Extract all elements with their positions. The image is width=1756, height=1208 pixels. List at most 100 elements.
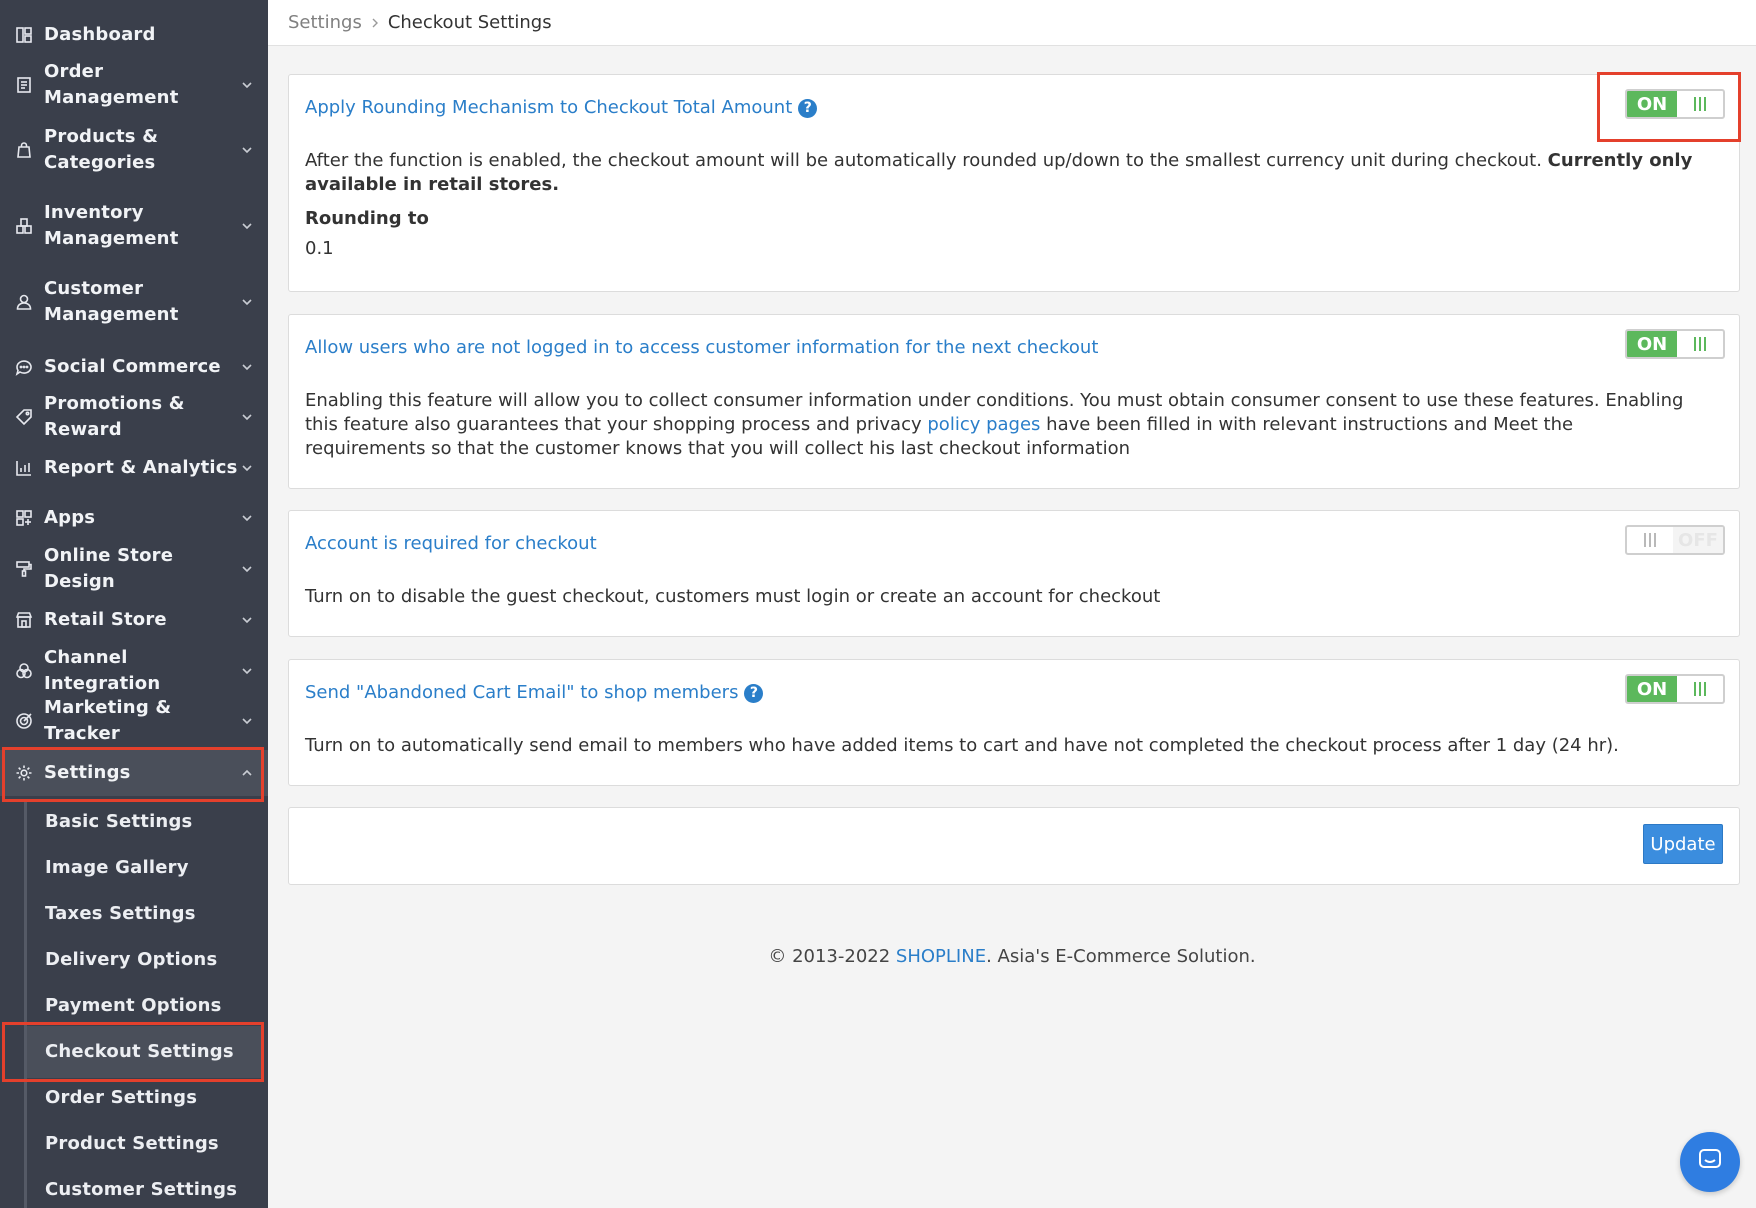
- card-description: After the function is enabled, the check…: [305, 149, 1699, 197]
- sidebar-item-settings[interactable]: Settings: [0, 750, 268, 796]
- sidebar-item-inventory-management[interactable]: Inventory Management: [0, 198, 268, 254]
- target-icon: [14, 711, 34, 731]
- chevron-down-icon: [240, 78, 254, 92]
- sidebar-item-dashboard[interactable]: Dashboard: [0, 18, 268, 52]
- chevron-down-icon: [240, 295, 254, 309]
- sidebar-item-label: Channel Integration: [44, 647, 161, 694]
- submenu-basic-settings[interactable]: Basic Settings: [45, 809, 192, 835]
- rounding-toggle[interactable]: ON: [1625, 89, 1725, 119]
- card-description: Turn on to disable the guest checkout, c…: [305, 586, 1161, 607]
- submenu-payment-options[interactable]: Payment Options: [45, 993, 222, 1019]
- footer: © 2013-2022 SHOPLINE. Asia's E-Commerce …: [268, 944, 1756, 970]
- sidebar-item-channel-integration[interactable]: Channel Integration: [0, 647, 268, 694]
- inventory-icon: [14, 216, 34, 236]
- sidebar-item-label: Report & Analytics: [44, 457, 238, 478]
- sidebar-item-label: Social Commerce: [44, 356, 221, 377]
- dashboard-icon: [14, 25, 34, 45]
- submenu-customer-settings[interactable]: Customer Settings: [45, 1177, 237, 1203]
- store-icon: [14, 610, 34, 630]
- chat-icon: [1695, 1145, 1725, 1179]
- sidebar-item-promotions-reward[interactable]: Promotions & Reward: [0, 393, 268, 440]
- update-button[interactable]: Update: [1643, 824, 1723, 864]
- submenu-order-settings[interactable]: Order Settings: [45, 1085, 197, 1111]
- shopline-link[interactable]: SHOPLINE: [896, 946, 986, 967]
- chevron-down-icon: [240, 613, 254, 627]
- card-description-text: After the function is enabled, the check…: [305, 150, 1542, 171]
- chevron-down-icon: [240, 410, 254, 424]
- user-icon: [14, 292, 34, 312]
- chevron-down-icon: [240, 219, 254, 233]
- account-required-card: Account is required for checkout OFF Tur…: [288, 510, 1740, 637]
- account-required-toggle[interactable]: OFF: [1625, 525, 1725, 555]
- submenu-image-gallery[interactable]: Image Gallery: [45, 855, 189, 881]
- sidebar-item-online-store-design[interactable]: Online Store Design: [0, 545, 268, 592]
- chevron-down-icon: [240, 664, 254, 678]
- rounding-to-value: 0.1: [305, 238, 334, 259]
- card-description: Turn on to automatically send email to m…: [305, 735, 1619, 756]
- help-icon[interactable]: ?: [798, 98, 818, 118]
- sidebar-item-label: Marketing & Tracker: [44, 697, 172, 744]
- chevron-down-icon: [240, 562, 254, 576]
- submenu-rail: [24, 800, 27, 1208]
- sidebar: Dashboard Order Management Products & Ca…: [0, 0, 268, 1208]
- bag-icon: [14, 140, 34, 160]
- toggle-grip-icon: [1677, 676, 1723, 702]
- abandoned-cart-toggle[interactable]: ON: [1625, 674, 1725, 704]
- toggle-grip-icon: [1677, 331, 1723, 357]
- rounding-mechanism-card: Apply Rounding Mechanism to Checkout Tot…: [288, 74, 1740, 292]
- sidebar-item-label: Dashboard: [44, 24, 156, 45]
- card-title: Allow users who are not logged in to acc…: [305, 337, 1099, 358]
- chevron-right-icon: [370, 17, 380, 29]
- card-title: Account is required for checkout: [305, 533, 597, 554]
- card-title: Apply Rounding Mechanism to Checkout Tot…: [305, 95, 818, 121]
- sidebar-item-order-management[interactable]: Order Management: [0, 61, 268, 108]
- abandoned-cart-card: Send "Abandoned Cart Email" to shop memb…: [288, 659, 1740, 786]
- paint-roller-icon: [14, 559, 34, 579]
- sidebar-item-label: Customer Management: [44, 278, 179, 325]
- guest-info-toggle[interactable]: ON: [1625, 329, 1725, 359]
- help-icon[interactable]: ?: [744, 683, 764, 703]
- breadcrumb-parent[interactable]: Settings: [288, 11, 362, 35]
- breadcrumb-current: Checkout Settings: [387, 11, 552, 33]
- toggle-on-label: ON: [1627, 91, 1677, 117]
- rounding-to-label: Rounding to: [305, 208, 429, 229]
- sidebar-item-products-categories[interactable]: Products & Categories: [0, 122, 268, 178]
- sidebar-item-label: Online Store Design: [44, 545, 174, 592]
- toggle-on-label: ON: [1627, 331, 1677, 357]
- sidebar-item-marketing-tracker[interactable]: Marketing & Tracker: [0, 697, 268, 744]
- sidebar-item-label: Settings: [44, 762, 131, 783]
- breadcrumb: Settings Checkout Settings: [268, 0, 1756, 46]
- toggle-off-label: OFF: [1673, 527, 1723, 553]
- submenu-delivery-options[interactable]: Delivery Options: [45, 947, 217, 973]
- chevron-down-icon: [240, 461, 254, 475]
- chat-support-button[interactable]: [1680, 1132, 1740, 1192]
- card-title-text: Send "Abandoned Cart Email" to shop memb…: [305, 682, 739, 703]
- chart-icon: [14, 458, 34, 478]
- chevron-down-icon: [240, 143, 254, 157]
- chevron-down-icon: [240, 714, 254, 728]
- sidebar-item-label: Retail Store: [44, 609, 167, 630]
- tag-icon: [14, 407, 34, 427]
- chat-bubble-icon: [14, 357, 34, 377]
- sidebar-item-social-commerce[interactable]: Social Commerce: [0, 350, 268, 384]
- sidebar-item-apps[interactable]: Apps: [0, 501, 268, 535]
- guest-info-card: Allow users who are not logged in to acc…: [288, 314, 1740, 489]
- footer-copyright: © 2013-2022: [768, 946, 896, 967]
- card-description: Enabling this feature will allow you to …: [305, 389, 1699, 461]
- channel-icon: [14, 661, 34, 681]
- sidebar-item-report-analytics[interactable]: Report & Analytics: [0, 451, 268, 485]
- apps-icon: [14, 508, 34, 528]
- submenu-checkout-settings[interactable]: Checkout Settings: [45, 1039, 234, 1065]
- sidebar-item-retail-store[interactable]: Retail Store: [0, 603, 268, 637]
- sidebar-item-customer-management[interactable]: Customer Management: [0, 274, 268, 330]
- sidebar-item-label: Apps: [44, 507, 96, 528]
- card-title-text: Apply Rounding Mechanism to Checkout Tot…: [305, 97, 793, 118]
- submenu-taxes-settings[interactable]: Taxes Settings: [45, 901, 196, 927]
- sidebar-item-label: Order Management: [44, 61, 179, 108]
- card-title: Send "Abandoned Cart Email" to shop memb…: [305, 680, 764, 706]
- chevron-down-icon: [240, 360, 254, 374]
- submenu-product-settings[interactable]: Product Settings: [45, 1131, 219, 1157]
- footer-tagline: . Asia's E-Commerce Solution.: [986, 946, 1256, 967]
- sidebar-item-label: Products & Categories: [44, 126, 159, 173]
- policy-pages-link[interactable]: policy pages: [927, 414, 1040, 435]
